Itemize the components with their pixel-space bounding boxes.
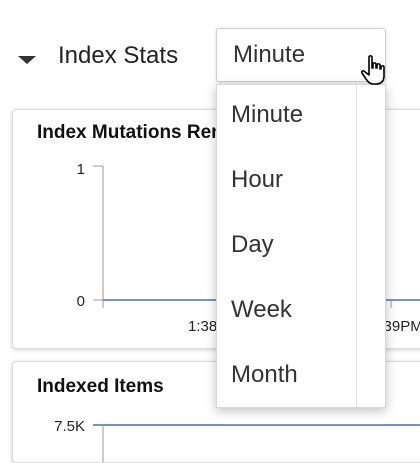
period-option-day[interactable]: Day — [231, 231, 274, 259]
period-option-hour[interactable]: Hour — [231, 166, 283, 194]
dropdown-scrollbar[interactable] — [356, 85, 385, 407]
y-tick-label: 1 — [77, 161, 85, 178]
period-option-minute[interactable]: Minute — [231, 101, 303, 129]
index-stats-header[interactable]: Index Stats — [18, 36, 178, 76]
hand-pointer-cursor-icon — [360, 55, 385, 85]
period-select-value: Minute — [233, 41, 306, 68]
y-tick-label: 7.5K — [54, 418, 85, 435]
period-dropdown-menu: Minute Hour Day Week Month — [216, 84, 386, 408]
y-tick-label: 0 — [77, 293, 85, 310]
period-option-month[interactable]: Month — [231, 361, 298, 389]
collapse-caret-icon[interactable] — [18, 56, 36, 64]
x-tick-label: 1:38 — [188, 318, 217, 335]
section-title: Index Stats — [58, 42, 179, 69]
period-option-week[interactable]: Week — [231, 296, 292, 324]
